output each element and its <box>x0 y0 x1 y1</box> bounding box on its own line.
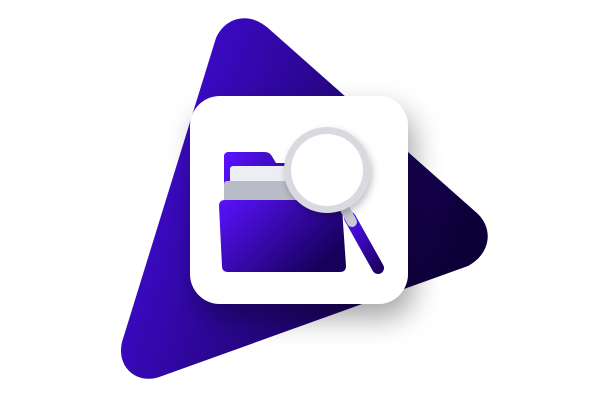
logo-canvas <box>0 0 600 400</box>
magnifier-lens <box>291 134 363 206</box>
app-logo <box>121 18 488 379</box>
